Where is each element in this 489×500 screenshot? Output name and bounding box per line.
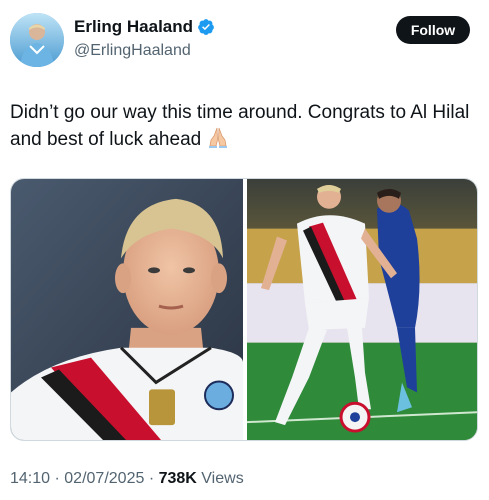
tweet-meta: 14:10 · 02/07/2025 · 738K Views xyxy=(10,470,244,488)
author-handle[interactable]: @ErlingHaaland xyxy=(74,42,191,60)
tweet-media[interactable] xyxy=(10,178,478,441)
verified-badge-icon xyxy=(197,18,215,36)
avatar[interactable] xyxy=(10,13,64,67)
views-label: Views xyxy=(201,470,244,487)
author-name-row[interactable]: Erling Haaland xyxy=(74,17,215,37)
views-count: 738K xyxy=(158,470,197,487)
tweet-date[interactable]: 02/07/2025 xyxy=(64,470,144,487)
follow-button[interactable]: Follow xyxy=(396,16,470,44)
tweet-time[interactable]: 14:10 xyxy=(10,470,50,487)
meta-separator: · xyxy=(148,470,155,487)
meta-separator: · xyxy=(54,470,60,487)
author-display-name[interactable]: Erling Haaland xyxy=(74,17,193,37)
tweet-text: Didn’t go our way this time around. Cong… xyxy=(10,99,470,153)
folded-hands-icon xyxy=(206,126,230,148)
tweet-text-content: Didn’t go our way this time around. Cong… xyxy=(10,102,470,150)
match-action-photo[interactable] xyxy=(247,179,477,440)
player-portrait-photo[interactable] xyxy=(11,179,243,440)
